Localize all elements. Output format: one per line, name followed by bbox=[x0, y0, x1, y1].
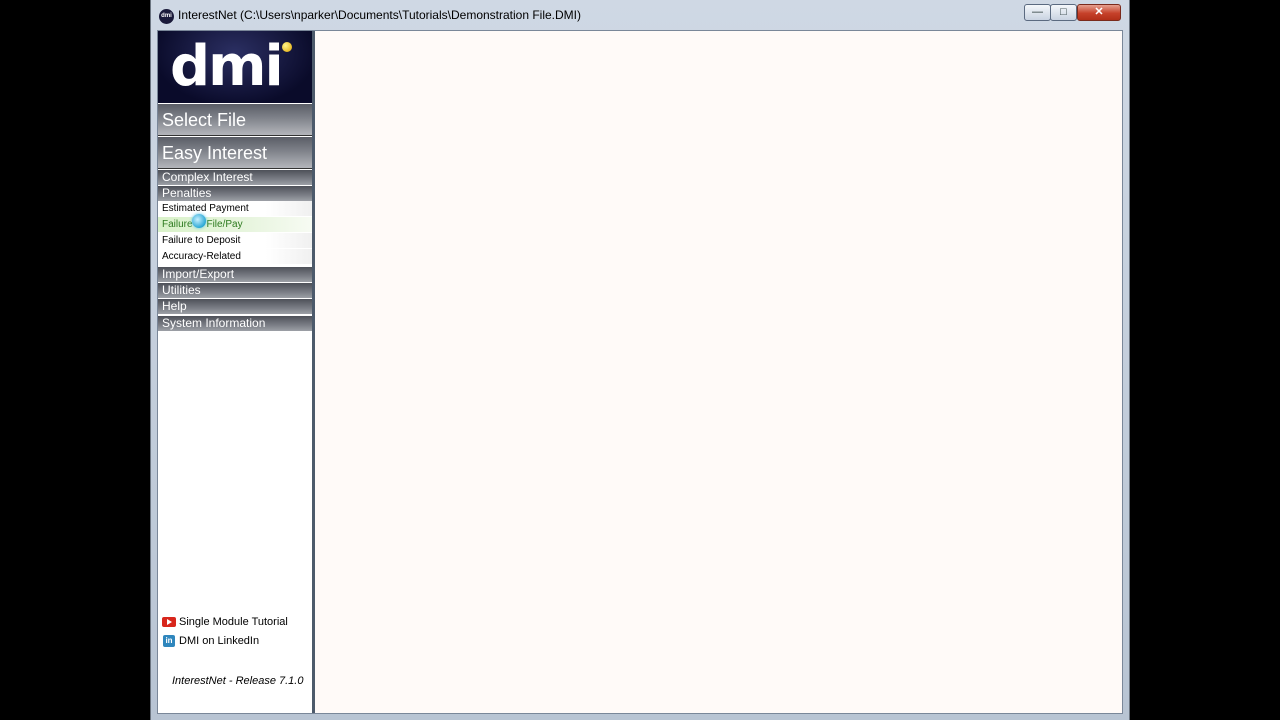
logo-dot-icon bbox=[282, 42, 292, 52]
youtube-icon bbox=[162, 617, 176, 627]
nav-system-information[interactable]: System Information bbox=[158, 316, 312, 331]
nav-easy-interest[interactable]: Easy Interest bbox=[158, 137, 312, 169]
busy-cursor-icon bbox=[192, 214, 206, 228]
nav-complex-interest[interactable]: Complex Interest bbox=[158, 170, 312, 185]
link-label: Single Module Tutorial bbox=[179, 616, 288, 628]
nav-estimated-payment[interactable]: Estimated Payment bbox=[158, 201, 312, 216]
link-single-module-tutorial[interactable]: Single Module Tutorial bbox=[162, 616, 288, 628]
window-title: InterestNet (C:\Users\nparker\Documents\… bbox=[178, 8, 582, 22]
nav-select-file[interactable]: Select File bbox=[158, 104, 312, 136]
nav-import-export[interactable]: Import/Export bbox=[158, 267, 312, 282]
nav-accuracy-related[interactable]: Accuracy-Related bbox=[158, 249, 312, 264]
title-bar[interactable]: dmi InterestNet (C:\Users\nparker\Docume… bbox=[151, 0, 1129, 30]
nav-help[interactable]: Help bbox=[158, 299, 312, 314]
linkedin-icon: in bbox=[163, 635, 175, 647]
close-button[interactable]: ✕ bbox=[1077, 4, 1121, 21]
main-content-area bbox=[315, 31, 1122, 713]
nav-utilities[interactable]: Utilities bbox=[158, 283, 312, 298]
link-dmi-linkedin[interactable]: in DMI on LinkedIn bbox=[162, 635, 259, 647]
logo-text: dmi bbox=[170, 34, 284, 99]
maximize-button[interactable]: □ bbox=[1050, 4, 1077, 21]
app-icon[interactable]: dmi bbox=[159, 9, 174, 24]
sidebar: dmi Select File Easy Interest Complex In… bbox=[158, 31, 312, 713]
minimize-button[interactable]: — bbox=[1024, 4, 1051, 21]
nav-failure-to-file-pay[interactable]: Failure to File/Pay bbox=[158, 217, 312, 232]
link-label: DMI on LinkedIn bbox=[179, 635, 260, 647]
nav-penalties[interactable]: Penalties bbox=[158, 186, 312, 201]
release-label: InterestNet - Release 7.1.0 bbox=[172, 675, 304, 687]
nav-failure-to-deposit[interactable]: Failure to Deposit bbox=[158, 233, 312, 248]
client-area: dmi Select File Easy Interest Complex In… bbox=[157, 30, 1123, 714]
dmi-logo: dmi bbox=[158, 31, 312, 103]
app-window: dmi InterestNet (C:\Users\nparker\Docume… bbox=[150, 0, 1130, 720]
